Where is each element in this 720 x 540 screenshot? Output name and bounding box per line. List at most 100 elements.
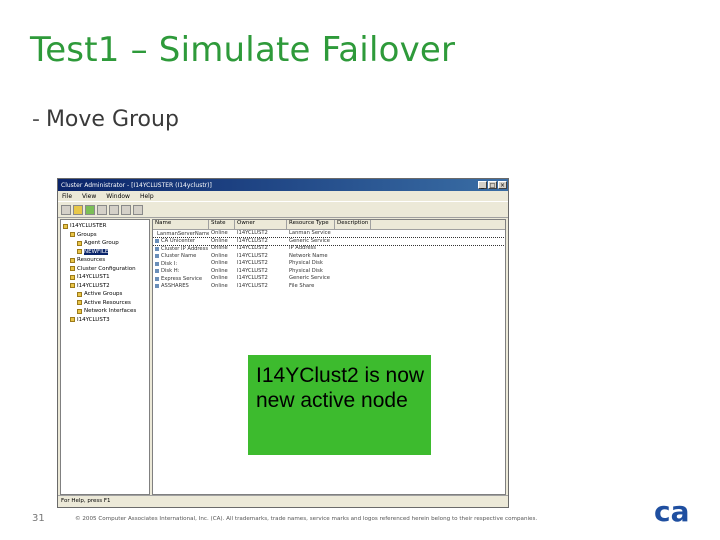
cell-state: Online <box>211 230 228 236</box>
table-row[interactable]: Cluster Name Online I14YCLUST2 Network Name <box>153 253 505 261</box>
tree-item[interactable]: I14YCLUST2 <box>61 282 149 291</box>
bring-online-icon[interactable] <box>85 204 95 215</box>
menu-help[interactable]: Help <box>140 193 154 200</box>
resource-name: ASSHARES <box>161 283 189 290</box>
table-row[interactable]: Disk H: Online I14YCLUST2 Physical Disk <box>153 268 505 276</box>
resource-icon <box>155 269 159 274</box>
tree-item[interactable]: Active Groups <box>61 290 149 299</box>
view-details-icon[interactable] <box>133 204 143 215</box>
cell-type: IP Address <box>289 245 316 251</box>
table-row[interactable]: CA Unicenter Online I14YCLUST2 Generic Serv… <box>153 236 505 246</box>
new-group-icon[interactable] <box>73 204 83 215</box>
tree-item[interactable]: I14YCLUST3 <box>61 316 149 325</box>
resource-name: LanmanServerName... <box>157 230 209 237</box>
cell-desc <box>335 275 371 283</box>
window-titlebar: Cluster Administrator - [I14YCLUSTER (I1… <box>58 179 508 191</box>
cell-name: Cluster IP Address <box>153 245 209 253</box>
cell-desc <box>335 283 371 291</box>
tree-view: I14YCLUSTER Groups Agent Group NEWFILE Resou… <box>60 219 150 495</box>
resource-icon <box>155 261 159 266</box>
cluster-admin-window: Cluster Administrator - [I14YCLUSTER (I1… <box>57 178 509 508</box>
list-header: Name State Owner Resource Type Descripti… <box>153 220 505 230</box>
resource-name: Disk I: <box>161 260 178 267</box>
status-bar: For Help, press F1 <box>58 495 508 507</box>
cell-type: Physical Disk <box>289 267 323 274</box>
cell-name: Disk H: <box>153 268 209 276</box>
table-row[interactable]: LanmanServerName...Online I14YCLUST2 Lanma… <box>153 230 505 238</box>
tree-item[interactable]: I14YCLUSTER <box>61 222 149 231</box>
column-owner[interactable]: Owner <box>235 220 287 229</box>
cell-owner: I14YCLUST2 <box>237 275 268 281</box>
cell-owner: I14YCLUST2 <box>237 267 268 274</box>
take-offline-icon[interactable] <box>97 204 107 215</box>
menu-window[interactable]: Window <box>106 193 130 200</box>
tree-item-label: Network Interfaces <box>84 308 137 315</box>
cell-desc <box>335 260 371 268</box>
tree-item[interactable]: NEWFILE <box>61 248 149 257</box>
cell-state: Online <box>211 260 228 266</box>
properties-icon[interactable] <box>109 204 119 215</box>
folder-icon <box>70 266 75 272</box>
table-row[interactable]: ASSHARES Online I14YCLUST2 File Share <box>153 283 505 291</box>
folder-icon <box>70 317 75 323</box>
cell-name: Express Service <box>153 275 209 283</box>
maximize-button[interactable]: □ <box>488 181 497 189</box>
table-row[interactable]: Disk I: Online I14YCLUST2 Physical Disk <box>153 260 505 268</box>
column-name[interactable]: Name <box>153 220 209 229</box>
callout-box: I14YClust2 is now new active node <box>248 355 431 455</box>
folder-icon <box>70 257 75 263</box>
resource-icon <box>155 239 159 244</box>
tree-item[interactable]: Network Interfaces <box>61 307 149 316</box>
folder-icon <box>70 274 75 280</box>
resource-icon <box>155 276 159 281</box>
menu-file[interactable]: File <box>62 193 72 200</box>
resource-name: Express Service <box>161 275 203 282</box>
cell-desc <box>335 245 371 253</box>
page-number: 31 <box>32 513 45 524</box>
tree-item[interactable]: I14YCLUST1 <box>61 273 149 282</box>
tree-item[interactable]: Agent Group <box>61 239 149 248</box>
cell-desc <box>335 253 371 261</box>
menu-view[interactable]: View <box>82 193 96 200</box>
cell-owner: I14YCLUST2 <box>237 245 268 251</box>
cell-owner: I14YCLUST2 <box>237 282 268 289</box>
tree-item-label: I14YCLUST3 <box>77 316 110 323</box>
column-state[interactable]: State <box>209 220 235 229</box>
copyright-footer: © 2005 Computer Associates International… <box>75 516 538 522</box>
tree-item-label: I14YCLUSTER <box>70 223 107 230</box>
cell-state: Online <box>211 267 228 274</box>
cell-name: ASSHARES <box>153 283 209 291</box>
table-row[interactable]: Express Service Online I14YCLUST2 Generic S… <box>153 275 505 283</box>
tree-item[interactable]: Active Resources <box>61 299 149 308</box>
view-list-icon[interactable] <box>121 204 131 215</box>
resource-name: CA Unicenter <box>161 238 196 245</box>
cell-type: Lanman Service <box>289 230 331 236</box>
column-description[interactable]: Description <box>335 220 371 229</box>
resource-icon <box>155 284 159 289</box>
cell-name: LanmanServerName... <box>153 230 209 238</box>
open-connection-icon[interactable] <box>61 204 71 215</box>
resource-name: Disk H: <box>161 268 180 275</box>
cell-desc <box>335 238 371 246</box>
minimize-button[interactable]: _ <box>478 181 487 189</box>
tree-item-label: I14YCLUST2 <box>77 282 110 289</box>
tree-item[interactable]: Resources <box>61 256 149 265</box>
folder-icon <box>70 283 75 289</box>
cell-state: Online <box>211 252 228 259</box>
cell-state: Online <box>211 282 228 289</box>
cell-type: Generic Service <box>289 237 330 244</box>
tree-item[interactable]: Cluster Configuration <box>61 265 149 274</box>
ca-logo-text: ca <box>654 495 690 525</box>
column-resource-type[interactable]: Resource Type <box>287 220 335 229</box>
tree-item-label: Groups <box>77 231 97 238</box>
toolbar <box>58 201 508 218</box>
tree-item-label: Agent Group <box>84 240 119 247</box>
cell-owner: I14YCLUST2 <box>237 230 268 236</box>
table-row[interactable]: Cluster IP Address Online I14YCLUST2 IP Add… <box>153 245 505 253</box>
bullet-text: Move Group <box>45 107 179 132</box>
tree-item-label: NEWFILE <box>84 248 109 255</box>
tree-item-label: Active Resources <box>84 299 131 306</box>
close-button[interactable]: × <box>498 181 507 189</box>
tree-item[interactable]: Groups <box>61 231 149 240</box>
folder-icon <box>77 308 82 314</box>
